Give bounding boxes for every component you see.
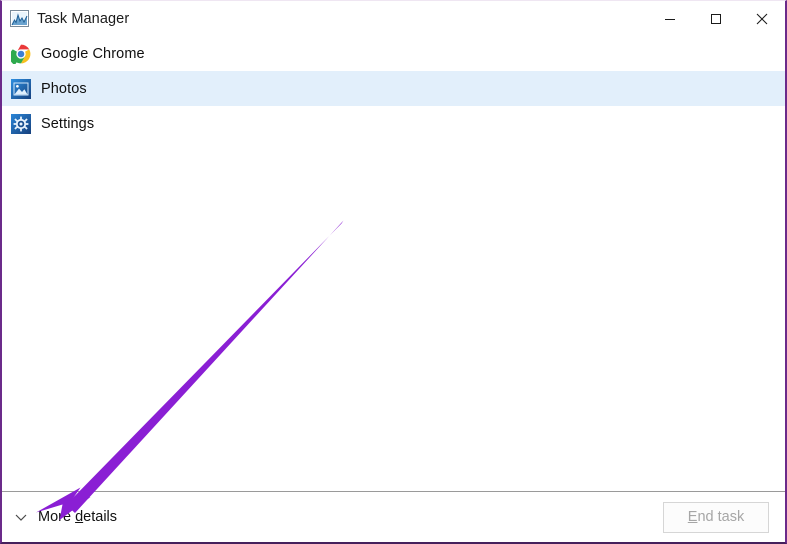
close-button[interactable]	[739, 1, 785, 36]
maximize-button[interactable]	[693, 1, 739, 36]
window-title: Task Manager	[37, 10, 130, 27]
list-item-label: Photos	[41, 80, 87, 97]
maximize-icon	[711, 13, 721, 24]
list-item-google-chrome[interactable]: Google Chrome	[2, 36, 785, 71]
settings-gear-icon	[11, 113, 31, 134]
bottom-bar: More details End task	[2, 491, 785, 542]
chevron-down-icon	[14, 510, 28, 524]
close-icon	[756, 13, 768, 24]
end-task-button[interactable]: End task	[663, 501, 769, 533]
end-task-accel-key: E	[687, 509, 698, 525]
list-item-label: Google Chrome	[41, 45, 145, 62]
more-details-label-after: etails	[83, 509, 118, 525]
photos-icon	[11, 78, 31, 99]
task-manager-window: Task Manager Google Chrome Photos Settin…	[0, 0, 787, 544]
minimize-icon	[665, 18, 675, 20]
more-details-button[interactable]: More details	[2, 508, 123, 526]
task-manager-chart-icon	[10, 10, 29, 27]
running-apps-list: Google Chrome Photos Settings	[2, 36, 785, 491]
list-item-settings[interactable]: Settings	[2, 106, 785, 141]
more-details-label-before: More	[38, 509, 76, 525]
minimize-button[interactable]	[647, 1, 693, 36]
chrome-icon	[11, 44, 31, 64]
list-item-label: Settings	[41, 115, 95, 132]
title-bar-left: Task Manager	[2, 10, 647, 27]
list-item-photos[interactable]: Photos	[2, 71, 785, 106]
end-task-label-after: nd task	[697, 509, 745, 525]
more-details-label: More details	[38, 509, 117, 525]
more-details-accel-key: d	[75, 509, 84, 525]
window-controls	[647, 1, 785, 36]
title-bar: Task Manager	[2, 1, 785, 36]
